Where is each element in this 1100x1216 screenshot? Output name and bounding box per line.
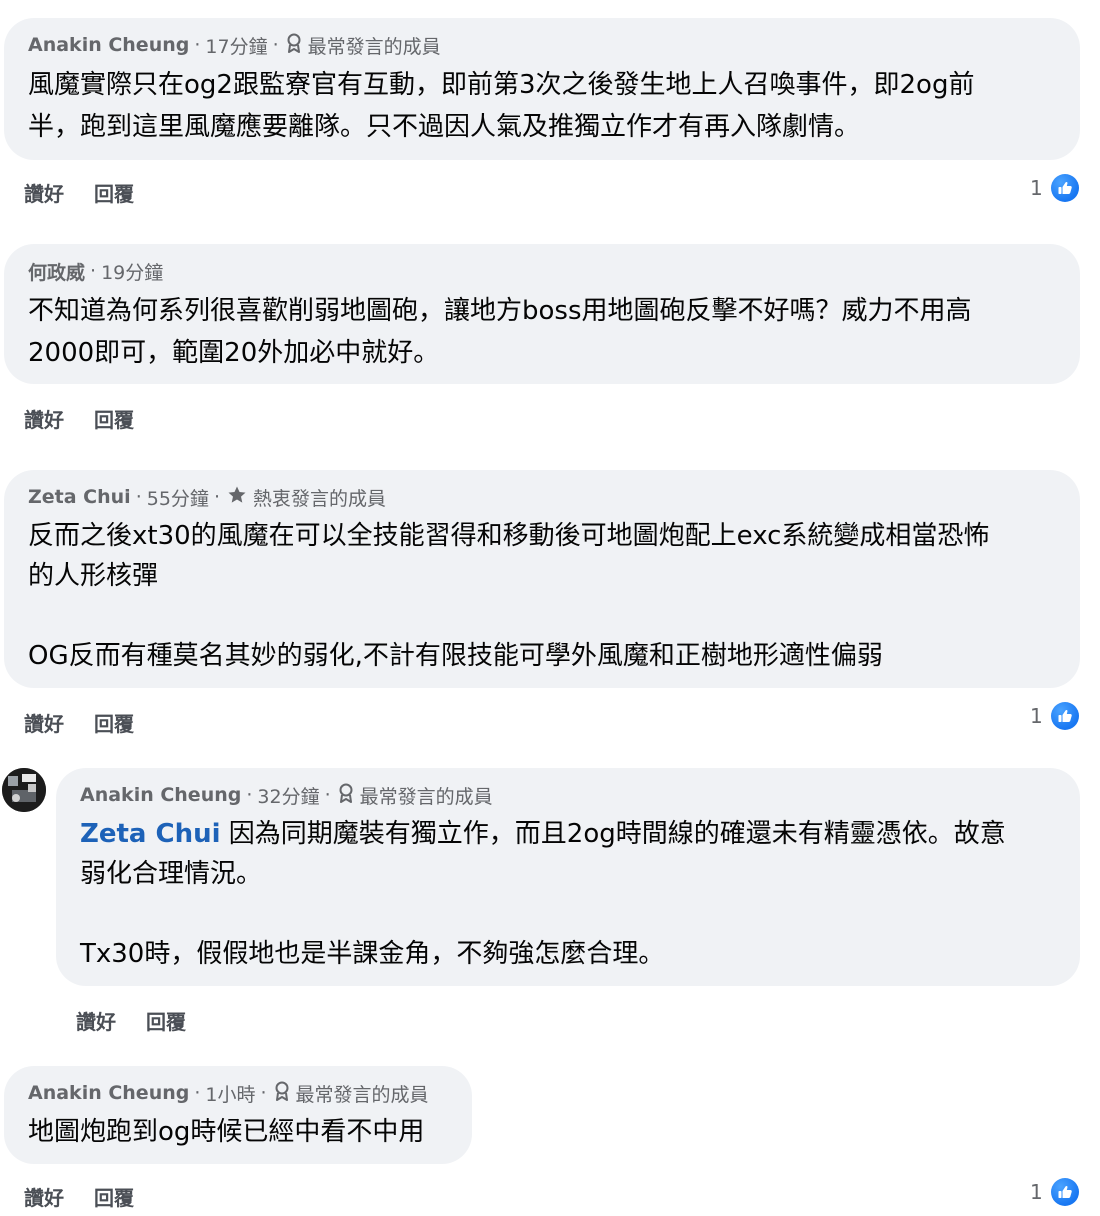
comment-actions: 讚好 回覆 [24,404,134,433]
separator-dot: · [194,34,201,56]
reply-bubble: Anakin Cheung · 32分鐘 · 最常發言的成員 Zeta Chui… [56,768,1080,986]
member-badge: 最常發言的成員 [295,1083,429,1106]
separator-dot: · [246,784,253,806]
comment-actions: 讚好 回覆 [24,1182,134,1211]
separator-dot: · [272,34,279,56]
like-button[interactable]: 讚好 [24,178,64,207]
comment-bubble: Zeta Chui · 55分鐘 · 熱衷發言的成員 反而之後xt30的風魔在可… [4,470,1080,688]
avatar[interactable] [2,768,46,812]
separator-dot: · [90,260,97,282]
comment-time[interactable]: 1小時 [205,1080,255,1107]
comment-bubble: Anakin Cheung · 17分鐘 · 最常發言的成員 風魔實際只在og2… [4,18,1080,160]
medal-icon [286,33,302,58]
reply-button[interactable]: 回覆 [94,708,134,737]
star-icon [227,485,247,510]
reply-button[interactable]: 回覆 [146,1006,186,1035]
member-badge: 最常發言的成員 [359,785,493,808]
thumbs-up-icon [1050,174,1079,202]
like-button[interactable]: 讚好 [24,404,64,433]
comment-meta: Anakin Cheung · 17分鐘 · 最常發言的成員 [28,32,1056,58]
comment-time[interactable]: 55分鐘 [147,484,209,511]
comment-bubble: 何政威 · 19分鐘 不知道為何系列很喜歡削弱地圖砲，讓地方boss用地圖砲反擊… [4,244,1080,384]
comment-author[interactable]: Anakin Cheung [28,34,189,56]
comment-text: 風魔實際只在og2跟監寮官有互動，即前第3次之後發生地上人召喚事件，即2og前 … [28,70,975,142]
reaction-count: 1 [1030,1180,1043,1204]
comment-meta: Zeta Chui · 55分鐘 · 熱衷發言的成員 [28,484,1056,510]
separator-dot: · [135,486,142,508]
comment-actions: 讚好 回覆 [24,708,134,737]
comment-text: 不知道為何系列很喜歡削弱地圖砲，讓地方boss用地圖砲反擊不好嗎？威力不用高 2… [28,296,972,368]
separator-dot: · [213,486,220,508]
comment-meta: Anakin Cheung · 1小時 · 最常發言的成員 [28,1080,448,1106]
comment-author[interactable]: 何政威 [28,258,85,285]
comment-actions: 讚好 回覆 [24,178,134,207]
like-button[interactable]: 讚好 [76,1006,116,1035]
comment-time[interactable]: 19分鐘 [101,258,163,285]
separator-dot: · [260,1082,267,1104]
comment-text: 反而之後xt30的風魔在可以全技能習得和移動後可地圖炮配上exc系統變成相當恐怖… [28,521,990,671]
reply-button[interactable]: 回覆 [94,1182,134,1211]
reaction-count: 1 [1030,704,1043,728]
like-button[interactable]: 讚好 [24,1182,64,1211]
member-badge: 熱衷發言的成員 [252,487,386,510]
comment-meta: 何政威 · 19分鐘 [28,258,1056,284]
medal-icon [338,783,354,808]
comment-text: 地圖炮跑到og時候已經中看不中用 [28,1117,425,1147]
reply-button[interactable]: 回覆 [94,178,134,207]
like-button[interactable]: 讚好 [24,708,64,737]
reaction-count: 1 [1030,176,1043,200]
comment-actions: 讚好 回覆 [76,1006,186,1035]
comment-text: Zeta Chui 因為同期魔裝有獨立作，而且2og時間線的確還未有精靈憑依。故… [80,814,1056,974]
separator-dot: · [194,1082,201,1104]
separator-dot: · [324,784,331,806]
comment-author[interactable]: Anakin Cheung [28,1082,189,1104]
thumbs-up-icon [1050,1178,1079,1206]
thumbs-up-icon [1050,702,1079,730]
comment-author[interactable]: Zeta Chui [28,486,131,508]
medal-icon [274,1081,290,1106]
reaction-summary[interactable]: 1 [1030,702,1079,730]
member-badge: 最常發言的成員 [307,35,441,58]
reply-button[interactable]: 回覆 [94,404,134,433]
reaction-summary[interactable]: 1 [1030,1178,1079,1206]
comment-meta: Anakin Cheung · 32分鐘 · 最常發言的成員 [80,782,1056,808]
comment-bubble: Anakin Cheung · 1小時 · 最常發言的成員 地圖炮跑到og時候已… [4,1066,472,1164]
comment-author[interactable]: Anakin Cheung [80,784,241,806]
mention-link[interactable]: Zeta Chui [80,819,221,849]
reaction-summary[interactable]: 1 [1030,174,1079,202]
comment-time[interactable]: 32分鐘 [257,782,319,809]
comment-time[interactable]: 17分鐘 [205,32,267,59]
